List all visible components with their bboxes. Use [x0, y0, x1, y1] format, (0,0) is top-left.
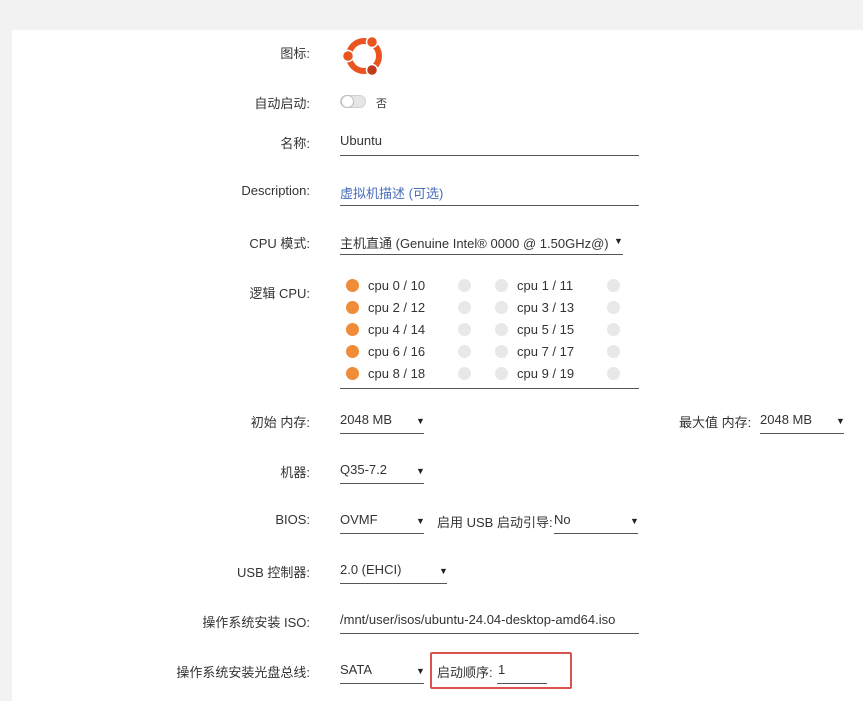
cpu-label: cpu 7 / 17	[517, 344, 575, 359]
bios-underline	[340, 533, 424, 534]
boot-order-underline	[497, 683, 547, 684]
max-memory-select[interactable]: 2048 MB	[760, 412, 812, 427]
cpu-hyperthread-checkbox[interactable]	[607, 279, 620, 292]
max-memory-underline	[760, 433, 844, 434]
vm-settings-panel	[12, 30, 863, 701]
description-underline	[340, 205, 639, 206]
machine-underline	[340, 483, 424, 484]
cpu-checkbox[interactable]	[495, 367, 508, 380]
chevron-down-icon: ▼	[416, 416, 425, 426]
cpu-hyperthread-checkbox[interactable]	[458, 345, 471, 358]
cpu-label: cpu 3 / 13	[517, 300, 575, 315]
cpu-mode-underline	[340, 254, 623, 255]
cpu-label: cpu 4 / 14	[368, 322, 426, 337]
os-iso-input[interactable]: /mnt/user/isos/ubuntu-24.04-desktop-amd6…	[340, 612, 615, 627]
init-memory-select[interactable]: 2048 MB	[340, 412, 392, 427]
cpu-hyperthread-checkbox[interactable]	[607, 301, 620, 314]
chevron-down-icon: ▼	[630, 516, 639, 526]
usb-boot-label: 启用 USB 启动引导:	[437, 515, 553, 530]
cpu-checkbox[interactable]	[495, 301, 508, 314]
icon-label: 图标:	[280, 46, 310, 61]
cpu-hyperthread-checkbox[interactable]	[607, 367, 620, 380]
name-label: 名称:	[280, 136, 310, 151]
os-bus-select[interactable]: SATA	[340, 662, 372, 677]
usb-boot-select[interactable]: No	[554, 512, 571, 527]
cpu-hyperthread-checkbox[interactable]	[458, 279, 471, 292]
cpu-checkbox[interactable]	[495, 323, 508, 336]
cpu-checkbox[interactable]	[346, 323, 359, 336]
name-input[interactable]: Ubuntu	[340, 133, 382, 148]
max-memory-label: 最大值 内存:	[679, 415, 752, 430]
cpu-hyperthread-checkbox[interactable]	[458, 301, 471, 314]
os-bus-underline	[340, 683, 424, 684]
cpu-hyperthread-checkbox[interactable]	[607, 323, 620, 336]
chevron-down-icon: ▼	[416, 666, 425, 676]
cpu-checkbox[interactable]	[495, 279, 508, 292]
cpu-label: cpu 2 / 12	[368, 300, 426, 315]
description-label: Description:	[241, 183, 310, 198]
logical-cpu-label: 逻辑 CPU:	[249, 286, 310, 301]
cpu-label: cpu 6 / 16	[368, 344, 426, 359]
cpu-mode-select[interactable]: 主机直通 (Genuine Intel® 0000 @ 1.50GHz@)	[340, 233, 609, 252]
boot-order-input[interactable]: 1	[498, 662, 505, 677]
ubuntu-logo-icon[interactable]	[339, 31, 389, 81]
cpu-hyperthread-checkbox[interactable]	[607, 345, 620, 358]
chevron-down-icon: ▼	[836, 416, 845, 426]
autostart-label: 自动启动:	[254, 96, 310, 111]
cpu-label: cpu 1 / 11	[517, 278, 574, 293]
os-iso-label: 操作系统安装 ISO:	[202, 615, 310, 630]
cpu-checkbox[interactable]	[346, 301, 359, 314]
cpu-mode-label: CPU 模式:	[249, 236, 310, 251]
cpu-checkbox[interactable]	[346, 345, 359, 358]
cpu-checkbox[interactable]	[346, 367, 359, 380]
toggle-knob	[341, 95, 354, 108]
cpu-hyperthread-checkbox[interactable]	[458, 323, 471, 336]
autostart-state: 否	[376, 98, 387, 110]
name-underline	[340, 155, 639, 156]
chevron-down-icon: ▼	[416, 516, 425, 526]
usb-boot-underline	[554, 533, 638, 534]
cpu-label: cpu 8 / 18	[368, 366, 426, 381]
cpu-hyperthread-checkbox[interactable]	[458, 367, 471, 380]
usb-controller-label: USB 控制器:	[237, 565, 310, 580]
cpu-grid-underline	[340, 388, 639, 389]
os-bus-label: 操作系统安装光盘总线:	[176, 665, 310, 680]
init-memory-underline	[340, 433, 424, 434]
autostart-toggle[interactable]	[340, 95, 366, 108]
machine-label: 机器:	[280, 465, 310, 480]
chevron-down-icon: ▼	[614, 236, 623, 246]
machine-select[interactable]: Q35-7.2	[340, 462, 387, 477]
cpu-label: cpu 9 / 19	[517, 366, 575, 381]
cpu-checkbox[interactable]	[346, 279, 359, 292]
cpu-label: cpu 5 / 15	[517, 322, 575, 337]
chevron-down-icon: ▼	[416, 466, 425, 476]
usb-controller-select[interactable]: 2.0 (EHCI)	[340, 562, 401, 577]
chevron-down-icon: ▼	[439, 566, 448, 576]
os-iso-underline	[340, 633, 639, 634]
init-memory-label: 初始 内存:	[250, 415, 310, 430]
usb-controller-underline	[340, 583, 447, 584]
boot-order-label: 启动顺序:	[437, 665, 493, 680]
bios-label: BIOS:	[275, 512, 310, 527]
cpu-checkbox[interactable]	[495, 345, 508, 358]
description-input[interactable]: 虚拟机描述 (可选)	[340, 183, 443, 202]
bios-select[interactable]: OVMF	[340, 512, 378, 527]
cpu-label: cpu 0 / 10	[368, 278, 426, 293]
